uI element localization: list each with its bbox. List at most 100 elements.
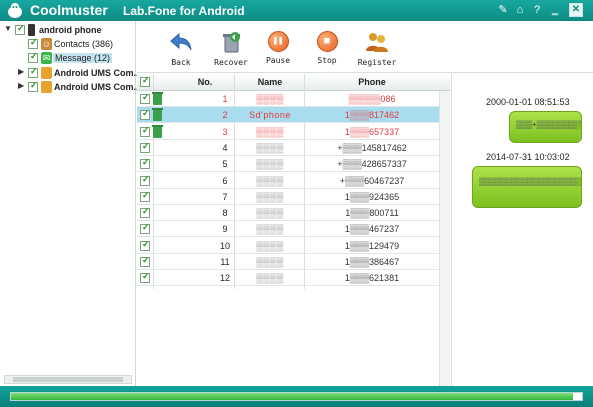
recover-icon (223, 32, 240, 53)
tree-item-contacts[interactable]: ☺ Contacts (386) (0, 37, 136, 52)
message-timestamp: 2014-07-31 10:03:02 (486, 152, 570, 162)
app-subtitle: Lab.Fone for Android (123, 4, 245, 18)
row-checkbox[interactable] (140, 239, 150, 251)
table-row[interactable]: 5▒▒▒▒+▒▒▒428657337 (137, 156, 439, 173)
back-label: Back (171, 58, 191, 67)
cell-phone: ▒▒▒▒▒086 (348, 94, 396, 104)
table-row[interactable]: 2Sd'phone1▒▒▒817462 (137, 107, 439, 124)
column-header-phone[interactable]: Phone (305, 77, 439, 87)
sidebar-horizontal-scrollbar[interactable] (4, 375, 132, 384)
expand-arrow-icon[interactable]: ▶ (18, 81, 24, 90)
cell-phone: 1▒▒▒800711 (345, 208, 399, 219)
table-row[interactable]: 7▒▒▒▒1▒▒▒924365 (137, 189, 439, 205)
settings-icon[interactable]: ✎ (496, 3, 510, 17)
scan-progress-bar (10, 392, 583, 401)
close-icon[interactable]: ✕ (569, 3, 583, 17)
cell-phone: +▒▒▒145817462 (337, 142, 407, 153)
row-checkbox[interactable] (140, 222, 150, 235)
tree-label: Contacts (386) (54, 39, 114, 49)
row-checkbox[interactable] (140, 255, 150, 267)
cell-phone: +▒▒▒60467237 (339, 175, 405, 186)
table-row[interactable]: 8▒▒▒▒1▒▒▒800711 (137, 205, 439, 222)
row-checkbox[interactable] (140, 92, 150, 104)
expand-arrow-icon[interactable]: ▼ (4, 24, 12, 33)
table-row[interactable]: 3▒▒▒▒1▒▒▒657337 (137, 124, 439, 140)
table-row[interactable]: 11▒▒▒▒1▒▒▒386467 (137, 254, 439, 270)
message-timestamp: 2000-01-01 08:51:53 (486, 97, 570, 107)
table-row[interactable]: 9▒▒▒▒1▒▒▒467237 (137, 221, 439, 238)
cell-phone: 1▒▒▒386467 (344, 257, 400, 267)
row-checkbox[interactable] (140, 141, 150, 153)
expand-arrow-icon[interactable]: ▶ (18, 67, 24, 76)
select-all-checkbox[interactable] (140, 75, 150, 87)
message-bubble[interactable]: ▒▒▒+▒▒▒▒▒▒▒▒▒ (509, 111, 582, 143)
cell-name: ▒▒▒▒ (256, 257, 284, 267)
app-brand-name: Coolmuster (30, 2, 108, 18)
cell-name: ▒▒▒▒ (256, 273, 284, 284)
tree-label: Message (12) (53, 53, 113, 63)
register-button[interactable]: Register (351, 31, 403, 71)
deleted-trash-icon (152, 108, 163, 122)
deleted-trash-icon (152, 92, 163, 105)
cell-name: ▒▒▒▒ (256, 208, 284, 219)
table-row[interactable]: 10▒▒▒▒1▒▒▒129479 (137, 238, 439, 254)
message-bubble[interactable]: ▒▒▒▒▒▒▒▒▒▒▒▒▒▒▒▒▒▒▒▒▒▒▒▒ (472, 166, 582, 208)
help-icon[interactable]: ? (530, 3, 544, 17)
tree-item-message[interactable]: ✉ Message (12) (0, 51, 136, 66)
cell-phone: 1▒▒▒817462 (344, 110, 400, 121)
row-checkbox[interactable] (140, 157, 150, 170)
coolmuster-logo-icon (8, 3, 22, 18)
device-tree-panel: ▼ android phone ☺ Contacts (386) ✉ Messa… (0, 21, 141, 386)
tree-checkbox[interactable] (28, 51, 38, 63)
stop-button[interactable]: ■ Stop (304, 31, 350, 71)
stop-icon: ■ (316, 31, 338, 52)
cell-phone: 1▒▒▒924365 (344, 191, 400, 202)
scrollbar-thumb[interactable] (13, 377, 123, 382)
contacts-icon: ☺ (41, 38, 52, 50)
deleted-trash-icon (152, 124, 163, 138)
tree-label: Android UMS Com... (54, 68, 141, 78)
cell-name: ▒▒▒▒ (256, 224, 284, 235)
table-row[interactable]: 12▒▒▒▒1▒▒▒621381 (137, 270, 439, 287)
tree-label: android phone (39, 25, 102, 35)
storage-icon (41, 81, 52, 93)
message-table: No. Name Phone 1▒▒▒▒▒▒▒▒▒0862Sd'phone1▒▒… (137, 74, 450, 386)
phone-icon (28, 24, 35, 36)
pause-label: Pause (265, 56, 291, 65)
row-checkbox[interactable] (140, 271, 150, 284)
row-checkbox[interactable] (140, 206, 150, 219)
storage-icon (41, 67, 52, 79)
cell-name: ▒▒▒▒ (256, 142, 284, 153)
tree-item-ums-1[interactable]: ▶ Android UMS Com... (0, 66, 141, 81)
table-vertical-scrollbar[interactable] (439, 91, 450, 386)
tree-item-android-phone[interactable]: ▼ android phone (0, 23, 136, 38)
progress-fill (11, 393, 574, 400)
row-checkbox[interactable] (140, 108, 150, 121)
pause-button[interactable]: ❚❚ Pause (255, 31, 301, 71)
recover-button[interactable]: Recover (208, 31, 254, 71)
row-checkbox[interactable] (140, 125, 150, 137)
message-icon: ✉ (41, 52, 52, 64)
table-row[interactable]: 6▒▒▒▒+▒▒▒60467237 (137, 173, 439, 189)
back-arrow-icon (170, 32, 192, 51)
tree-checkbox[interactable] (28, 80, 38, 92)
tree-item-ums-2[interactable]: ▶ Android UMS Com... (0, 80, 141, 95)
column-header-name[interactable]: Name (235, 77, 305, 87)
tree-checkbox[interactable] (28, 66, 38, 78)
row-checkbox[interactable] (140, 174, 150, 186)
back-button[interactable]: Back (158, 31, 204, 71)
pause-icon: ❚❚ (267, 31, 289, 52)
tree-checkbox[interactable] (15, 23, 25, 35)
cell-phone: 1▒▒▒621381 (344, 273, 400, 284)
tree-label: Android UMS Com... (54, 82, 141, 92)
home-icon[interactable]: ⌂ (513, 3, 527, 17)
cell-name: Sd'phone (249, 110, 291, 121)
table-row[interactable]: 4▒▒▒▒+▒▒▒145817462 (137, 140, 439, 156)
row-checkbox[interactable] (140, 190, 150, 202)
message-preview-panel: 2000-01-01 08:51:53 ▒▒▒+▒▒▒▒▒▒▒▒▒ 2014-0… (451, 74, 593, 386)
minimize-icon[interactable]: ‗ (548, 3, 562, 17)
table-row[interactable]: 1▒▒▒▒▒▒▒▒▒086 (137, 91, 439, 107)
register-label: Register (357, 58, 397, 67)
stop-label: Stop (317, 56, 337, 65)
tree-checkbox[interactable] (28, 37, 38, 49)
